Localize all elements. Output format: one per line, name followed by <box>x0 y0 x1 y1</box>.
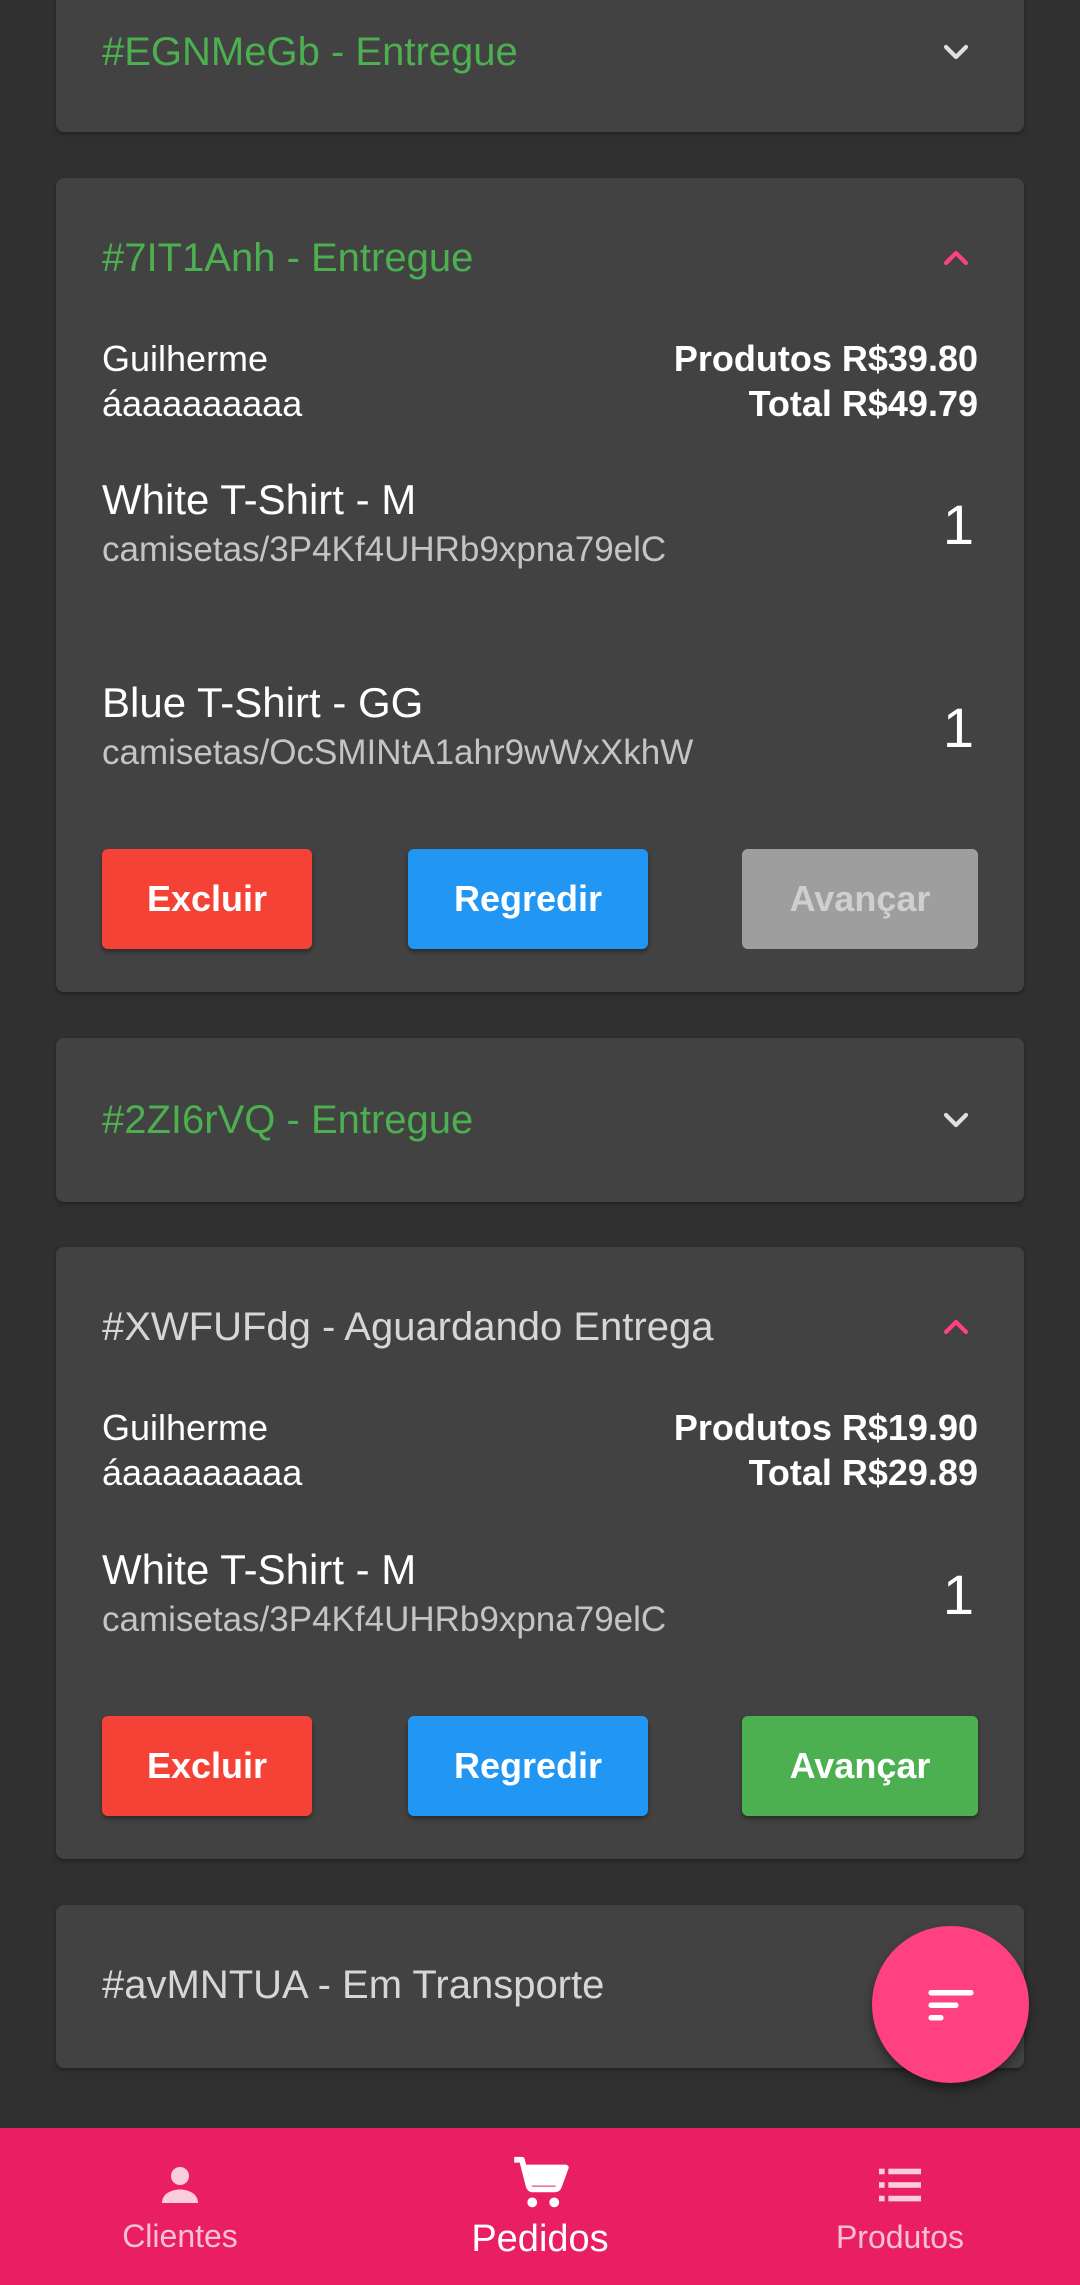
person-icon <box>162 2167 198 2203</box>
chevron-down-icon[interactable] <box>934 1098 978 1142</box>
sort-button[interactable] <box>872 1926 1029 2083</box>
item-name: Blue T-Shirt - GG <box>102 679 424 726</box>
customer-last-name: áaaaaaaaaa <box>102 383 303 424</box>
item-name: White T-Shirt - M <box>102 1546 417 1593</box>
customer-name: Guilherme áaaaaaaaaa <box>102 336 302 426</box>
item-quantity: 1 <box>942 492 974 556</box>
nav-item-pedidos[interactable]: Pedidos <box>360 2128 720 2285</box>
cart-icon <box>514 2156 569 2208</box>
item-name: White T-Shirt - M <box>102 476 417 523</box>
item-path: camisetas/3P4Kf4UHRb9xpna79elC <box>102 1600 667 1639</box>
item-path: camisetas/OcSMINtA1ahr9wWxXkhW <box>102 733 694 772</box>
advance-button[interactable]: Avançar <box>742 1716 978 1816</box>
item-quantity: 1 <box>942 695 974 759</box>
order-title: #avMNTUA - Em Transporte <box>102 1962 605 2007</box>
regress-button[interactable]: Regredir <box>408 849 648 949</box>
nav-label: Pedidos <box>471 2218 609 2260</box>
advance-button[interactable]: Avançar <box>742 849 978 949</box>
order-card[interactable]: #7IT1Anh - Entregue Guilherme áaaaaaaaaa… <box>56 178 1024 992</box>
order-card[interactable]: #EGNMeGb - Entregue <box>56 0 1024 132</box>
order-title: #2ZI6rVQ - Entregue <box>102 1097 474 1142</box>
sort-icon <box>928 1989 973 2020</box>
order-item: White T-Shirt - M camisetas/3P4Kf4UHRb9x… <box>102 474 978 574</box>
bottom-navigation: Clientes Pedidos Produtos <box>0 2128 1080 2285</box>
item-path: camisetas/3P4Kf4UHRb9xpna79elC <box>102 530 667 569</box>
chevron-up-icon[interactable] <box>934 236 978 280</box>
customer-first-name: Guilherme <box>102 1407 269 1448</box>
grand-total: Total R$29.89 <box>748 1452 978 1493</box>
customer-first-name: Guilherme <box>102 338 269 379</box>
customer-name: Guilherme áaaaaaaaaa <box>102 1405 302 1495</box>
order-totals: Produtos R$19.90 Total R$29.89 <box>674 1405 978 1495</box>
order-totals: Produtos R$39.80 Total R$49.79 <box>674 336 978 426</box>
chevron-down-icon[interactable] <box>934 30 978 74</box>
nav-label: Produtos <box>835 2219 965 2255</box>
order-item: Blue T-Shirt - GG camisetas/OcSMINtA1ahr… <box>102 677 978 777</box>
customer-last-name: áaaaaaaaaa <box>102 1452 303 1493</box>
grand-total: Total R$49.79 <box>748 383 978 424</box>
regress-button[interactable]: Regredir <box>408 1716 648 1816</box>
order-title: #7IT1Anh - Entregue <box>102 235 474 280</box>
nav-item-produtos[interactable]: Produtos <box>720 2128 1080 2285</box>
delete-button[interactable]: Excluir <box>102 1716 312 1816</box>
nav-label: Clientes <box>122 2218 238 2254</box>
products-total: Produtos R$19.90 <box>673 1407 978 1448</box>
products-total: Produtos R$39.80 <box>673 338 978 379</box>
order-card[interactable]: #XWFUFdg - Aguardando Entrega Guilherme … <box>56 1247 1024 1859</box>
item-quantity: 1 <box>942 1562 974 1626</box>
list-icon <box>879 2168 921 2202</box>
order-title: #XWFUFdg - Aguardando Entrega <box>102 1304 714 1349</box>
nav-item-clientes[interactable]: Clientes <box>0 2128 360 2285</box>
chevron-up-icon[interactable] <box>934 1305 978 1349</box>
order-card[interactable]: #2ZI6rVQ - Entregue <box>56 1038 1024 1202</box>
delete-button[interactable]: Excluir <box>102 849 312 949</box>
order-item: White T-Shirt - M camisetas/3P4Kf4UHRb9x… <box>102 1544 978 1644</box>
order-title: #EGNMeGb - Entregue <box>102 29 518 74</box>
